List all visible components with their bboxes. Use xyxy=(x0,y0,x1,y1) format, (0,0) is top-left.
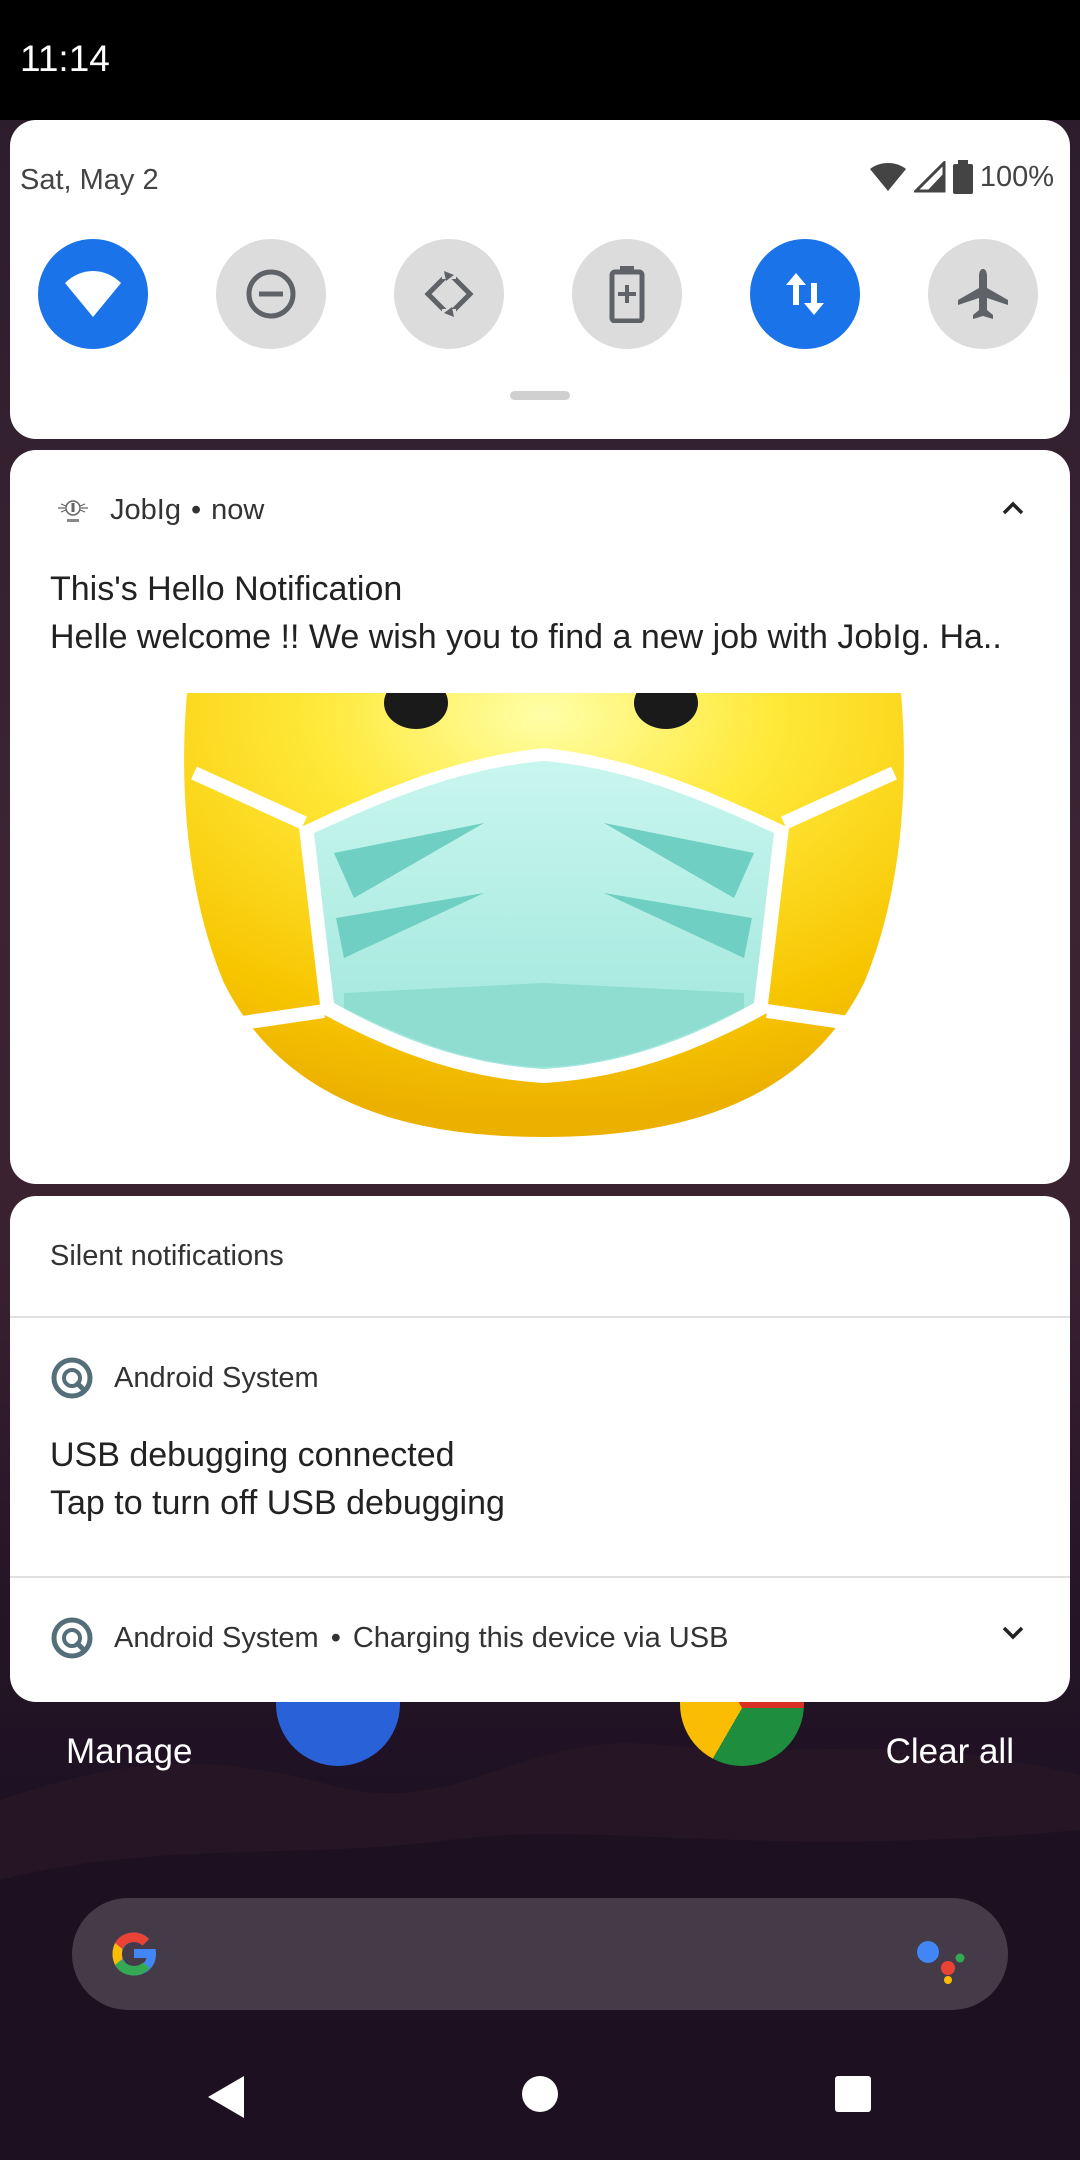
recents-icon[interactable] xyxy=(833,2074,873,2114)
usb-debugging-app-name: Android System xyxy=(114,1361,319,1394)
battery-saver-icon xyxy=(609,266,645,323)
divider xyxy=(10,1576,1070,1578)
battery-icon xyxy=(952,160,973,194)
google-g-icon xyxy=(112,1932,156,1976)
mobile-data-icon xyxy=(786,273,824,315)
manage-button[interactable]: Manage xyxy=(66,1732,192,1772)
android-system-icon xyxy=(51,1357,93,1399)
clear-all-button[interactable]: Clear all xyxy=(886,1732,1014,1772)
status-bar: 11:14 xyxy=(0,0,1080,120)
google-assistant-icon[interactable] xyxy=(914,1934,970,1984)
charging-app-name: Android System xyxy=(114,1621,319,1654)
notification-text: Helle welcome !! We wish you to find a n… xyxy=(50,618,1002,656)
airplane-icon xyxy=(958,269,1008,319)
back-icon[interactable] xyxy=(206,2074,246,2120)
navigation-bar xyxy=(0,2040,1080,2160)
charging-summary: Charging this device via USB xyxy=(352,1621,729,1654)
notification-time: now xyxy=(211,494,265,526)
tile-auto-rotate[interactable] xyxy=(394,239,504,349)
divider xyxy=(10,1316,1070,1318)
usb-debugging-title[interactable]: USB debugging connected xyxy=(50,1436,455,1475)
google-search-bar[interactable] xyxy=(72,1898,1008,2010)
notification-title: This's Hello Notification xyxy=(50,570,403,608)
tile-airplane-mode[interactable] xyxy=(928,239,1038,349)
tile-mobile-data[interactable] xyxy=(750,239,860,349)
status-time: 11:14 xyxy=(20,38,110,79)
qs-drag-handle[interactable] xyxy=(510,391,570,400)
wifi-status-icon xyxy=(869,163,906,191)
qs-status-icons: 100% xyxy=(868,160,1054,194)
usb-debugging-notification-header[interactable]: Android System xyxy=(50,1356,319,1400)
notification-app-name: JobIg xyxy=(110,494,181,526)
silent-notifications-header: Silent notifications xyxy=(50,1240,284,1272)
quick-settings-panel: Sat, May 2 100% xyxy=(10,120,1070,439)
tile-do-not-disturb[interactable] xyxy=(216,239,326,349)
usb-debugging-text[interactable]: Tap to turn off USB debugging xyxy=(50,1484,505,1523)
auto-rotate-icon xyxy=(424,269,474,319)
tile-wifi[interactable] xyxy=(38,239,148,349)
android-system-icon xyxy=(51,1617,93,1659)
cell-signal-icon xyxy=(913,161,946,193)
notification-header: JobIg • now xyxy=(56,494,264,527)
charging-notification[interactable]: Android System • Charging this device vi… xyxy=(50,1616,728,1660)
notification-separator: • xyxy=(190,494,202,526)
do-not-disturb-icon xyxy=(246,269,296,319)
battery-percent: 100% xyxy=(979,160,1054,193)
silent-notifications-section: Silent notifications Android System USB … xyxy=(10,1196,1070,1702)
wifi-icon xyxy=(65,271,121,317)
chevron-up-icon[interactable] xyxy=(1000,498,1026,518)
chevron-down-icon[interactable] xyxy=(1000,1623,1026,1643)
masked-emoji-picture xyxy=(184,693,904,1137)
jobig-app-icon xyxy=(58,499,88,522)
home-icon[interactable] xyxy=(520,2074,560,2114)
charging-separator: • xyxy=(330,1621,341,1654)
qs-date[interactable]: Sat, May 2 xyxy=(20,164,159,197)
tile-battery-saver[interactable] xyxy=(572,239,682,349)
notification-jobig[interactable]: JobIg • now This's Hello Notification He… xyxy=(10,450,1070,1184)
